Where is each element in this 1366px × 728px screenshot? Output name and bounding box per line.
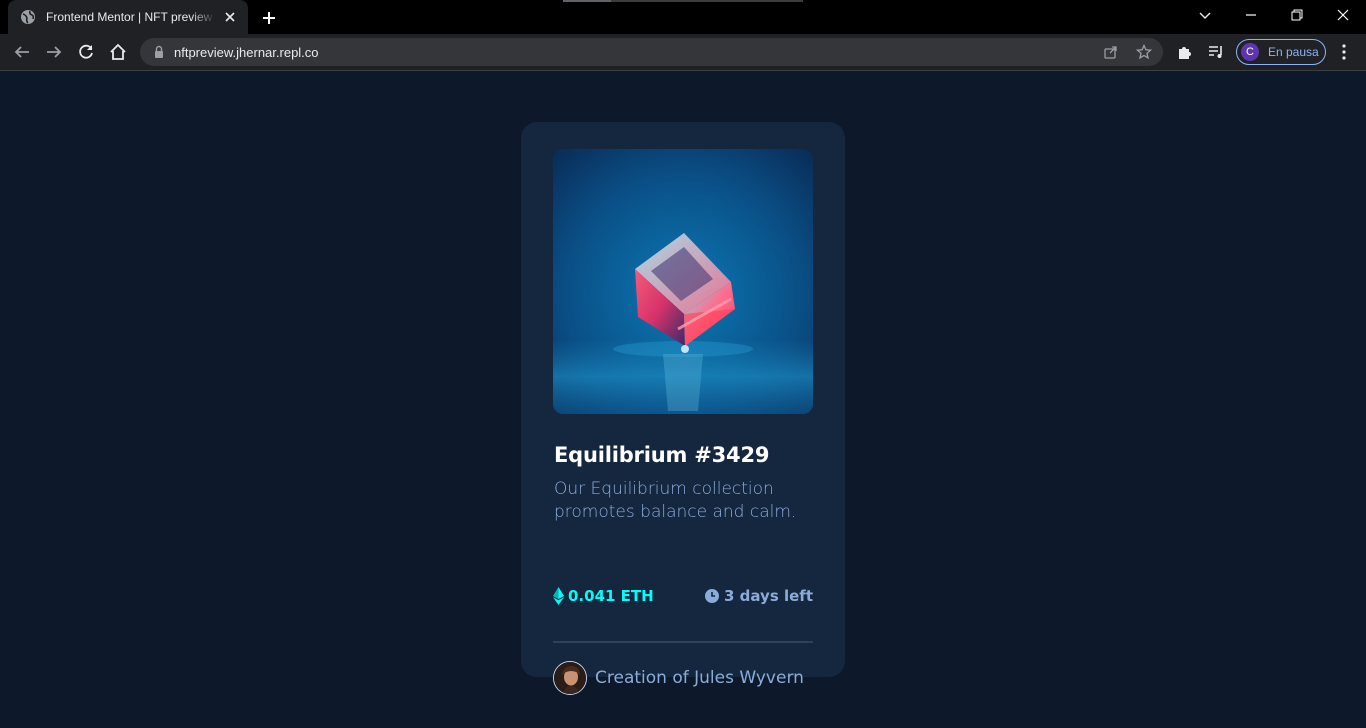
share-icon[interactable] [1103,44,1119,60]
creator-name-link[interactable]: Jules Wyvern [694,668,804,688]
minimize-icon[interactable] [1228,0,1274,30]
close-tab-icon[interactable] [222,9,238,25]
card-divider [553,641,813,643]
creator-avatar [553,661,587,695]
browser-tab-active[interactable]: Frontend Mentor | NFT preview card compo… [8,0,248,34]
back-arrow-icon[interactable] [12,42,32,62]
close-window-icon[interactable] [1320,0,1366,30]
time-block: 3 days left [705,587,813,605]
clock-icon [705,589,719,603]
browser-tab-strip: Frontend Mentor | NFT preview card compo… [0,0,1366,34]
tab-title: Frontend Mentor | NFT preview card compo… [46,10,216,24]
profile-button[interactable]: C En pausa [1236,39,1326,65]
price-value: 0.041 ETH [568,587,654,605]
nft-image-equilibrium[interactable] [553,149,813,414]
page-body: Equilibrium #3429 Our Equilibrium collec… [0,71,1366,728]
nft-card: Equilibrium #3429 Our Equilibrium collec… [521,122,845,695]
forward-arrow-icon[interactable] [44,42,64,62]
time-left-value: 3 days left [724,587,813,605]
creator-row: Creation of Jules Wyvern [553,661,804,695]
ethereum-icon [553,587,564,605]
creator-text: Creation of Jules Wyvern [595,668,804,688]
home-icon[interactable] [108,42,128,62]
profile-avatar: C [1241,43,1259,61]
creator-prefix: Creation of [595,668,689,688]
extensions-puzzle-icon[interactable] [1175,42,1195,62]
browser-toolbar: nftpreview.jhernar.repl.co C En pausa [0,34,1366,71]
nft-description: Our Equilibrium collection promotes bala… [554,479,797,522]
nft-title[interactable]: Equilibrium #3429 [554,443,769,467]
more-menu-icon[interactable] [1334,42,1354,62]
price-time-row: 0.041 ETH 3 days left [553,587,813,611]
bookmark-star-icon[interactable] [1136,44,1152,60]
address-bar[interactable]: nftpreview.jhernar.repl.co [140,38,1163,66]
tab-search-chevron-icon[interactable] [1182,0,1228,30]
restore-icon[interactable] [1274,0,1320,30]
lock-icon[interactable] [152,45,166,59]
new-tab-plus-icon[interactable] [258,7,280,29]
price-block: 0.041 ETH [553,587,654,605]
reload-icon[interactable] [76,42,96,62]
profile-status: En pausa [1268,45,1319,59]
tab-search-strip [563,0,803,2]
url-text[interactable]: nftpreview.jhernar.repl.co [174,45,319,60]
globe-icon [21,10,35,24]
media-controls-icon[interactable] [1206,42,1226,62]
